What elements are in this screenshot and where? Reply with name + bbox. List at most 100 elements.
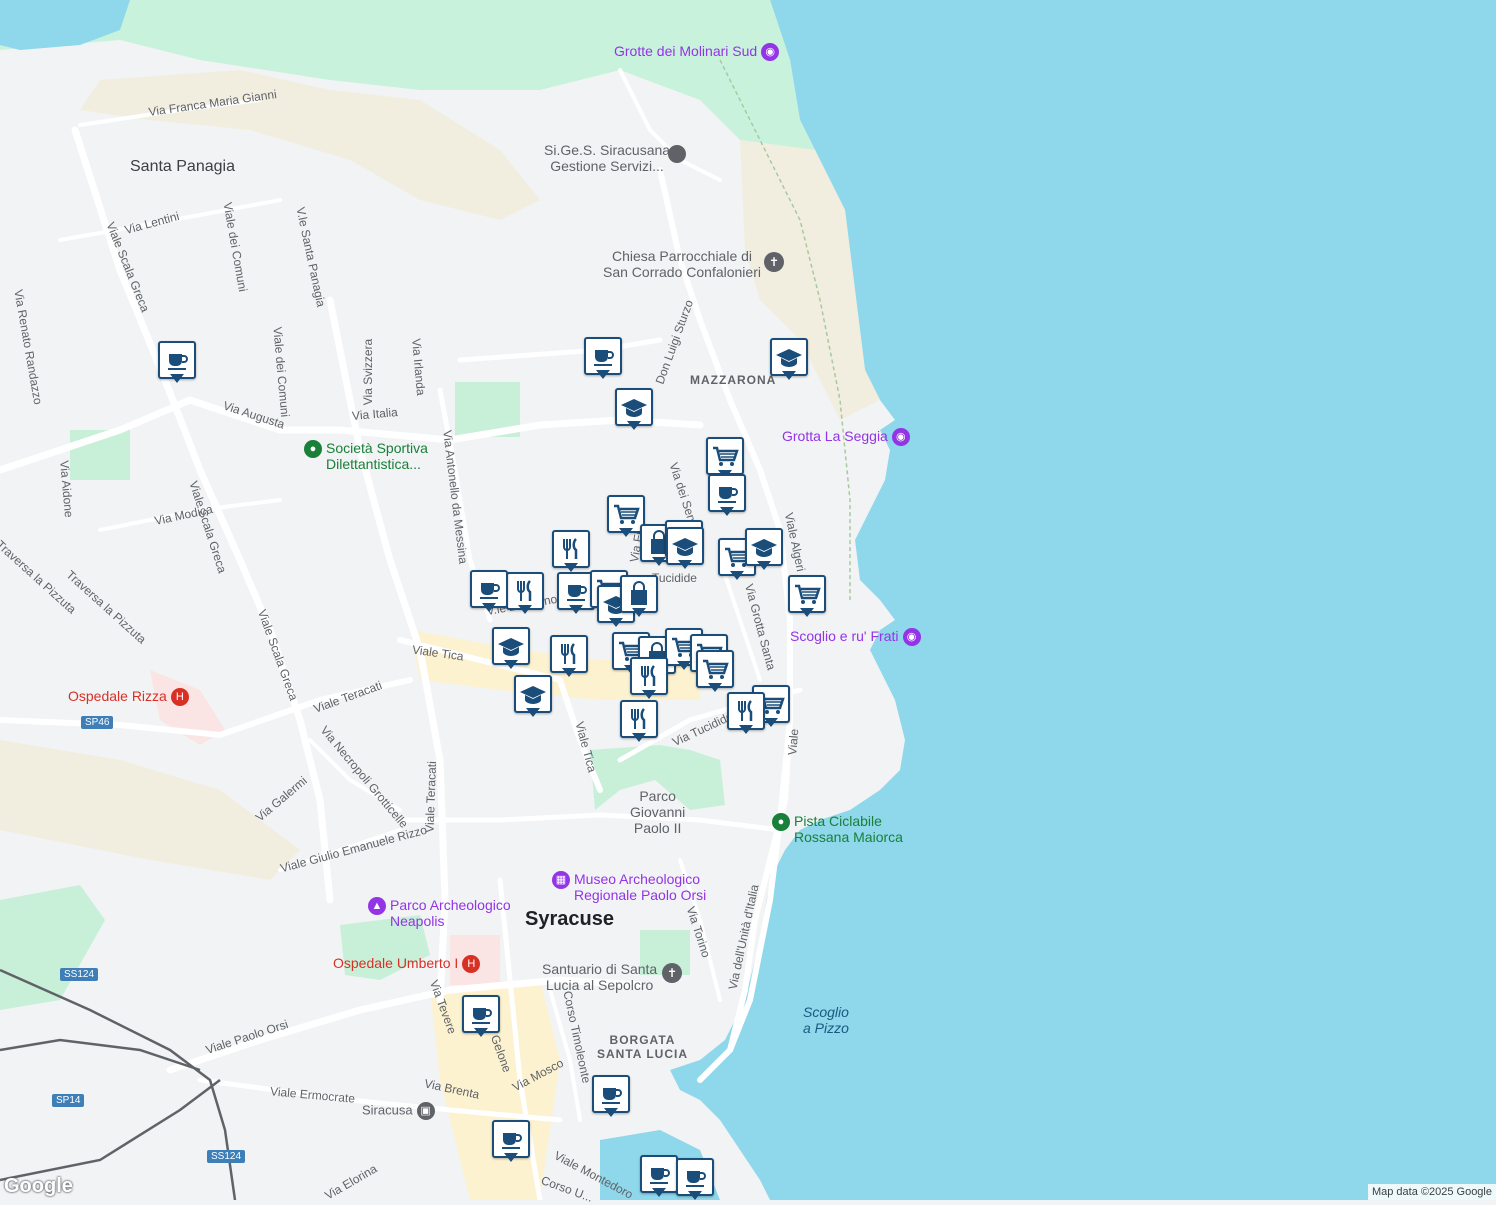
coffee-cup-icon [480, 583, 500, 599]
place-marker-school[interactable] [514, 675, 552, 719]
google-logo: Google [4, 1175, 73, 1197]
road-shield-ss124: SS124 [60, 968, 99, 981]
label-scoglio-pizzo: Scoglio a Pizzo [803, 1004, 849, 1036]
place-marker-school[interactable] [615, 388, 653, 432]
camera-icon: ◉ [761, 43, 780, 62]
hospital-icon: H [462, 955, 481, 974]
shopping-cart-icon [713, 446, 739, 466]
pin-icon [668, 145, 686, 168]
district-borgata-santa-lucia: BORGATA SANTA LUCIA [597, 1033, 688, 1061]
place-marker-restaurant[interactable] [506, 572, 544, 616]
street-label: Viale [785, 728, 802, 756]
place-marker-bag[interactable] [620, 575, 658, 619]
place-marker-shop[interactable] [696, 650, 734, 694]
poi-grotta-seggia[interactable]: Grotta La Seggia ◉ [782, 428, 914, 447]
place-marker-cafe[interactable] [158, 341, 196, 385]
place-marker-cafe[interactable] [708, 474, 746, 518]
poi-ospedale-umberto-label: Ospedale Umberto I [333, 955, 459, 971]
place-marker-cafe[interactable] [492, 1120, 530, 1164]
poi-parco-giovanni-paolo[interactable]: Parco Giovanni Paolo II [630, 788, 685, 836]
graduation-cap-icon [672, 538, 698, 556]
street-label: Tucidide [652, 571, 697, 585]
poi-scoglio-frati-label: Scoglio e ru' Frati [790, 628, 899, 644]
camera-icon: ◉ [902, 628, 921, 647]
fork-knife-icon [563, 538, 578, 559]
station-label: Siracusa [362, 1102, 413, 1118]
museum-icon: ▦ [552, 871, 570, 890]
poi-neapolis-label: Parco Archeologico Neapolis [390, 897, 511, 929]
road-shield-sp46: SP46 [81, 716, 114, 729]
place-marker-school[interactable] [770, 338, 808, 382]
place-marker-restaurant[interactable] [630, 657, 668, 701]
fork-knife-icon [738, 700, 753, 721]
place-marker-school[interactable] [666, 527, 704, 571]
road-shield-ss124: SS124 [207, 1150, 246, 1163]
fork-knife-icon [517, 580, 532, 601]
coffee-cup-icon [686, 1171, 706, 1187]
camera-icon: ◉ [891, 428, 910, 447]
place-marker-cafe[interactable] [676, 1158, 714, 1202]
graduation-cap-icon [751, 539, 777, 557]
poi-parco-neapolis[interactable]: ▲ Parco Archeologico Neapolis [364, 897, 511, 929]
monument-icon: ▲ [368, 897, 386, 916]
poi-societa-label: Società Sportiva Dilettantistica... [326, 440, 428, 472]
place-marker-shop[interactable] [788, 575, 826, 619]
coffee-cup-icon [472, 1008, 492, 1024]
church-icon: ✝ [764, 252, 784, 272]
poi-chiesa-san-corrado[interactable]: Chiesa Parrocchiale di San Corrado Confa… [603, 248, 761, 280]
fork-knife-icon [631, 708, 646, 729]
coffee-cup-icon [594, 350, 614, 366]
poi-ospedale-rizza-label: Ospedale Rizza [68, 688, 167, 704]
hospital-icon: H [170, 688, 189, 707]
street-label: Via Svizzera [361, 338, 376, 406]
place-marker-restaurant[interactable] [620, 700, 658, 744]
road-shield-sp14: SP14 [52, 1094, 85, 1107]
coffee-cup-icon [718, 487, 738, 503]
coffee-cup-icon [168, 354, 188, 370]
map-attribution[interactable]: Map data ©2025 Google [1367, 1184, 1496, 1200]
coffee-cup-icon [650, 1168, 670, 1184]
place-marker-restaurant[interactable] [550, 635, 588, 679]
fork-knife-icon [641, 665, 656, 686]
poi-museo-archeologico[interactable]: ▦ Museo Archeologico Regionale Paolo Orsi [548, 871, 706, 903]
poi-ospedale-rizza[interactable]: Ospedale Rizza H [68, 688, 193, 707]
poi-societa-sportiva[interactable]: ● Società Sportiva Dilettantistica... [300, 440, 428, 472]
poi-grotte-molinari[interactable]: Grotte dei Molinari Sud ◉ [614, 43, 783, 62]
poi-grotte-molinari-label: Grotte dei Molinari Sud [614, 43, 758, 59]
poi-pista-label: Pista Ciclabile Rossana Maiorca [794, 813, 903, 845]
place-marker-restaurant[interactable] [552, 530, 590, 574]
coffee-cup-icon [502, 1133, 522, 1149]
district-santa-panagia: Santa Panagia [130, 158, 235, 175]
city-syracuse: Syracuse [525, 908, 614, 930]
shopping-bag-icon [631, 581, 647, 605]
place-marker-school[interactable] [492, 627, 530, 671]
poi-museo-label: Museo Archeologico Regionale Paolo Orsi [574, 871, 707, 903]
poi-sigess-label: Si.Ge.S. Siracusana Gestione Servizi... [544, 142, 671, 174]
poi-scoglio-frati[interactable]: Scoglio e ru' Frati ◉ [790, 628, 925, 647]
poi-ospedale-umberto[interactable]: Ospedale Umberto IH [333, 955, 484, 974]
shopping-cart-icon [703, 659, 729, 679]
place-marker-cafe[interactable] [470, 570, 508, 614]
graduation-cap-icon [520, 686, 546, 704]
place-marker-cafe[interactable] [592, 1075, 630, 1119]
place-marker-cafe[interactable] [640, 1155, 678, 1199]
street-label: Viale Teracati [422, 760, 440, 834]
place-marker-cafe[interactable] [462, 995, 500, 1039]
poi-grotta-seggia-label: Grotta La Seggia [782, 428, 888, 444]
coffee-cup-icon [602, 1088, 622, 1104]
poi-sigess[interactable]: Si.Ge.S. Siracusana Gestione Servizi... [544, 142, 670, 174]
district-mazzarona: MAZZARONA [690, 373, 777, 387]
poi-pista-ciclabile[interactable]: ● Pista Ciclabile Rossana Maiorca [768, 813, 903, 845]
poi-siracusa-station[interactable]: Siracusa ▣ [362, 1102, 439, 1120]
pin-icon: ● [772, 813, 790, 832]
pin-icon: ● [304, 440, 322, 459]
place-marker-school[interactable] [745, 528, 783, 572]
fork-knife-icon [561, 643, 576, 664]
graduation-cap-icon [776, 349, 802, 367]
church-icon: ✝ [662, 963, 682, 983]
shopping-cart-icon [795, 584, 821, 604]
place-marker-cafe[interactable] [584, 337, 622, 381]
poi-santuario[interactable]: Santuario di Santa Lucia al Sepolcro [542, 961, 657, 993]
place-marker-restaurant[interactable] [727, 692, 765, 736]
graduation-cap-icon [621, 399, 647, 417]
